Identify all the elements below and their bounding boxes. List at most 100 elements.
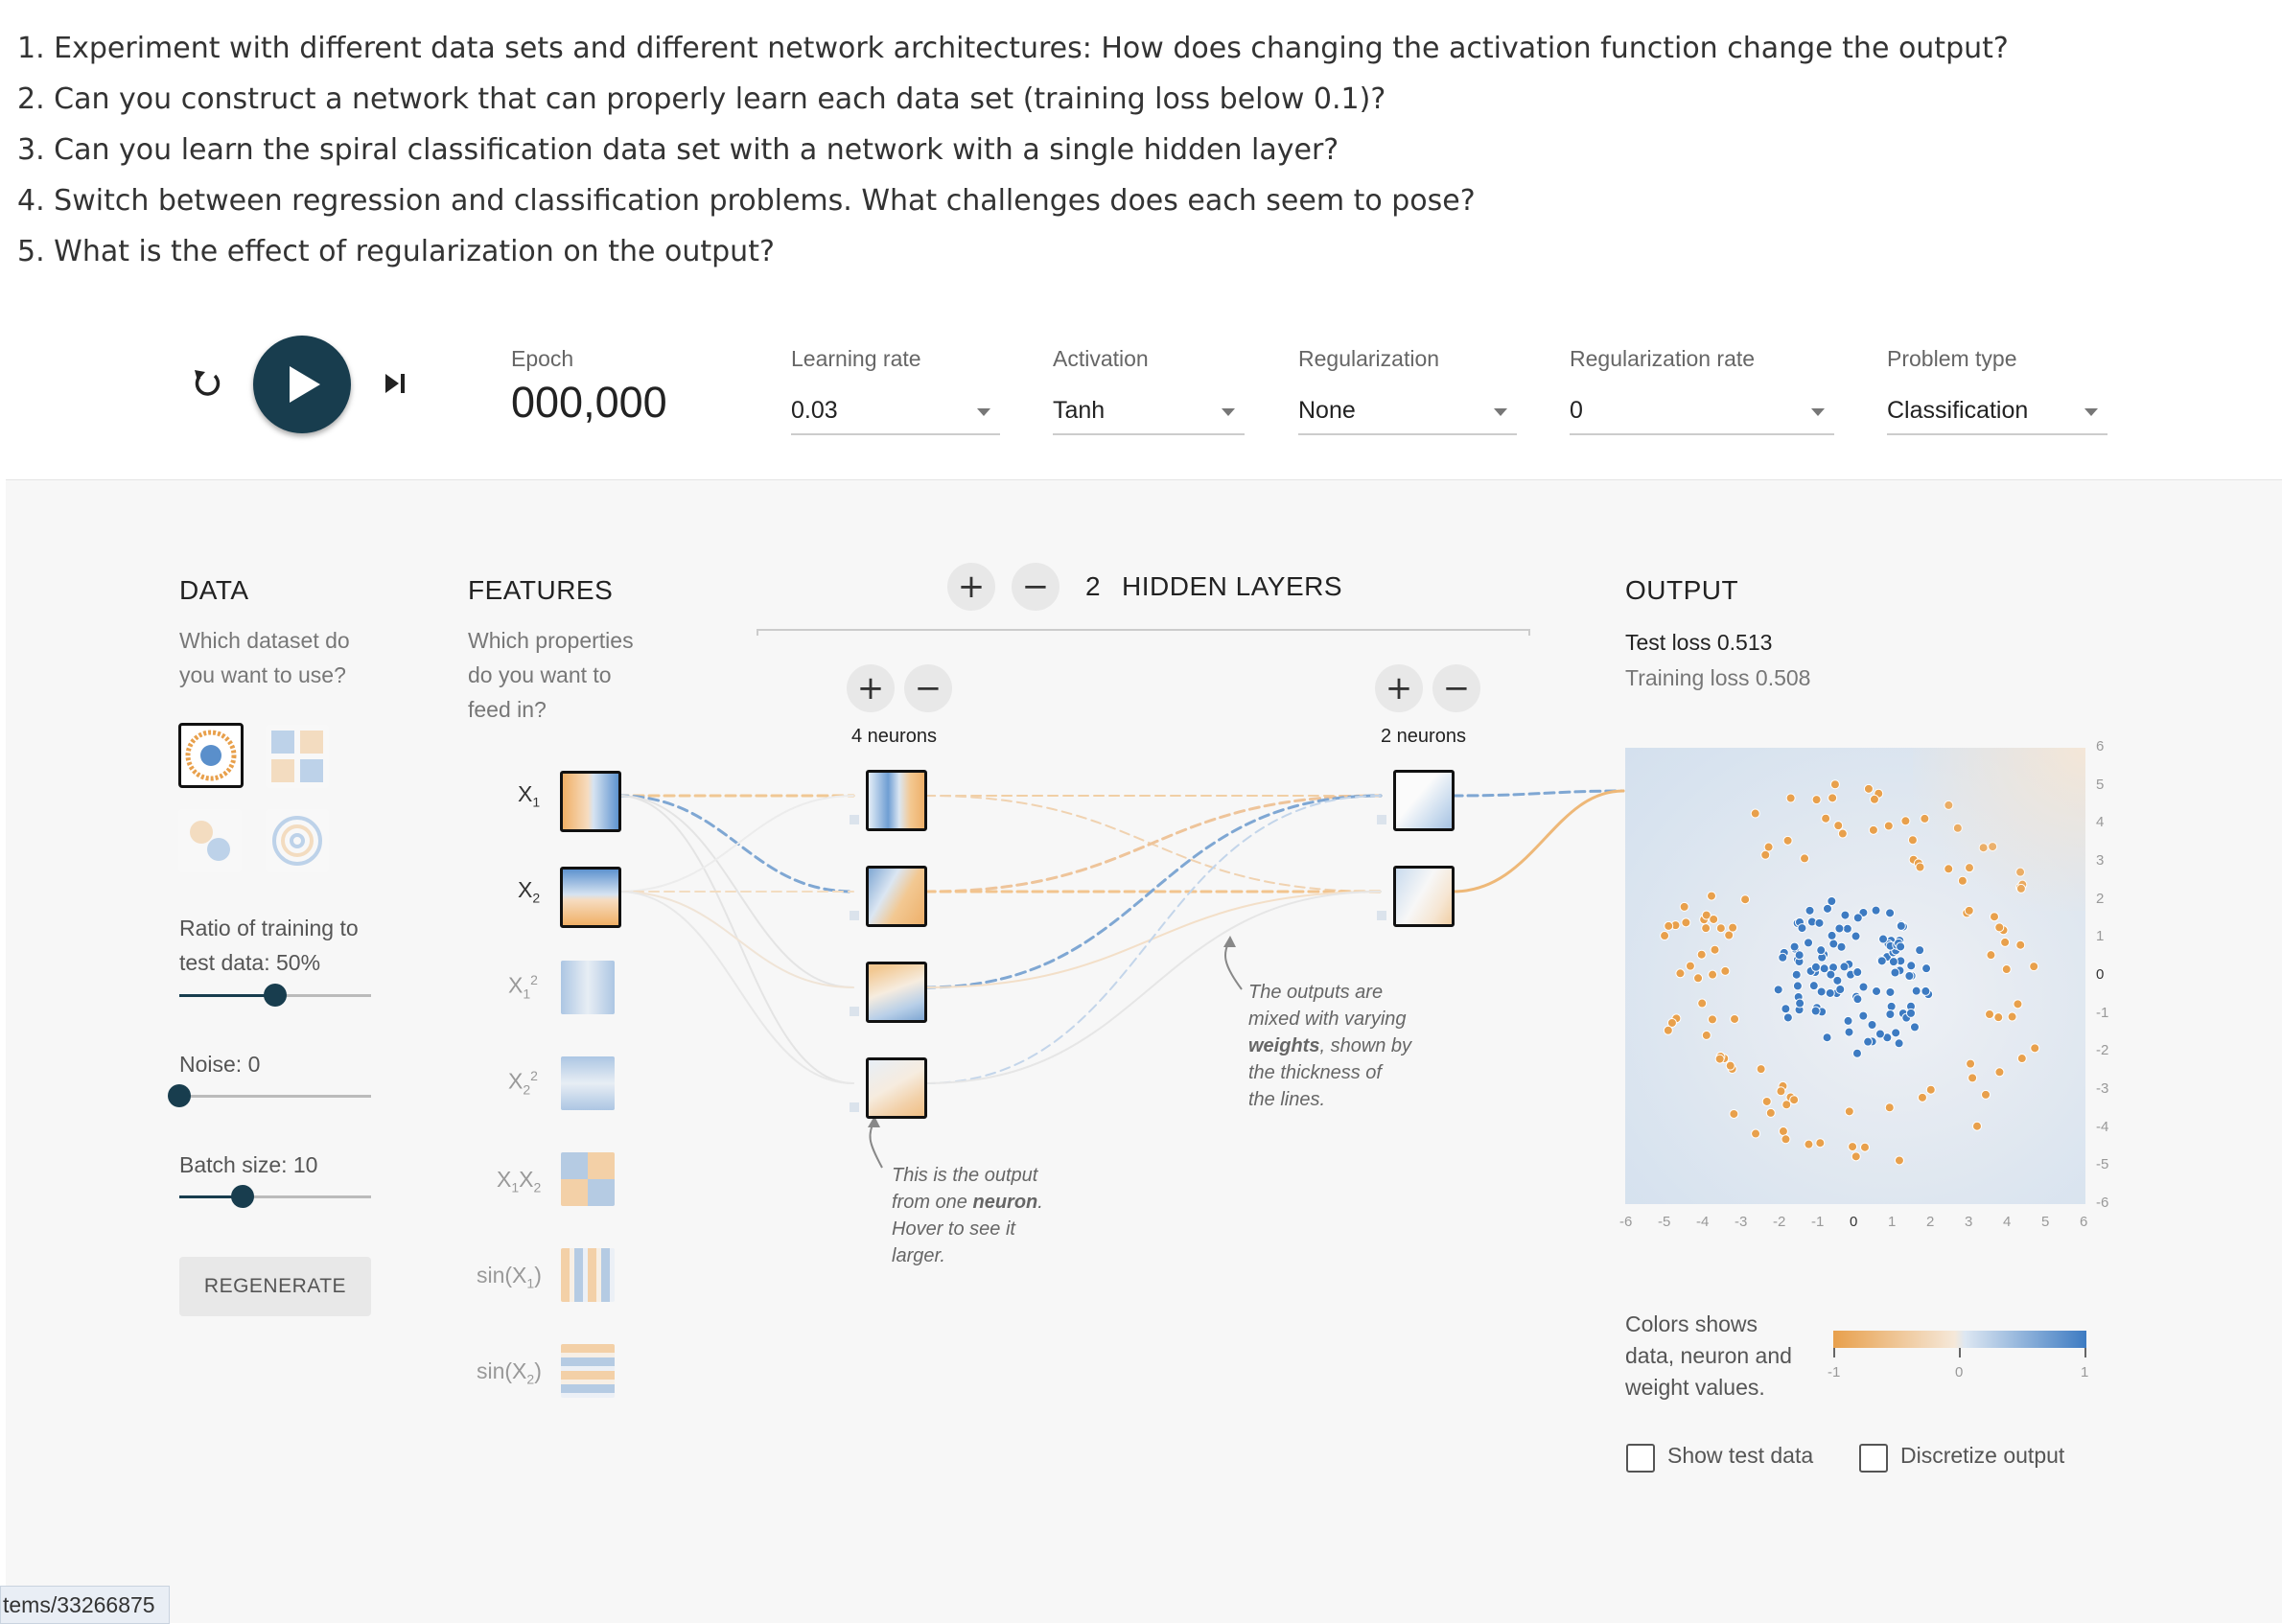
data-point xyxy=(1701,923,1712,934)
y-axis-tick: -2 xyxy=(2096,1042,2109,1059)
data-point xyxy=(1851,1048,1862,1058)
input-node-x1x2[interactable] xyxy=(561,1152,615,1206)
y-axis-tick: -1 xyxy=(2096,1004,2109,1021)
discretize-output-label: Discretize output xyxy=(1900,1443,2065,1468)
show-test-data-checkbox[interactable] xyxy=(1626,1444,1655,1473)
data-point xyxy=(1834,923,1845,934)
data-point xyxy=(1708,969,1718,980)
data-point xyxy=(1728,922,1738,933)
data-point xyxy=(1751,1128,1761,1139)
feature-label-sin-x1: sin(X1) xyxy=(477,1263,542,1291)
data-point xyxy=(1894,1155,1904,1166)
data-point xyxy=(1720,965,1731,976)
remove-neuron-layer1-button[interactable]: − xyxy=(904,664,952,712)
y-axis-tick: -5 xyxy=(2096,1156,2109,1173)
data-point xyxy=(1811,795,1822,805)
data-point xyxy=(1971,1121,1982,1131)
data-point xyxy=(1707,891,1717,901)
ratio-slider[interactable] xyxy=(179,982,371,1010)
noise-slider[interactable] xyxy=(168,1082,371,1111)
data-point xyxy=(1797,923,1807,934)
ratio-label-2: test data: 50% xyxy=(179,950,321,975)
data-point xyxy=(1852,913,1863,923)
batch-size-label: Batch size: 10 xyxy=(179,1152,318,1177)
dataset-spiral[interactable] xyxy=(266,809,329,872)
data-point xyxy=(1663,1025,1673,1035)
show-test-data-label: Show test data xyxy=(1667,1443,1814,1468)
neuron-l2-2[interactable] xyxy=(1393,866,1455,927)
neuron-l1-1[interactable] xyxy=(866,770,927,831)
data-point xyxy=(1868,824,1878,835)
data-point xyxy=(1791,969,1802,980)
remove-layer-button[interactable]: − xyxy=(1012,563,1060,611)
input-node-sin-x1[interactable] xyxy=(561,1248,615,1302)
data-point xyxy=(1785,793,1796,803)
neuron-l1-3[interactable] xyxy=(866,962,927,1023)
remove-neuron-layer2-button[interactable]: − xyxy=(1432,664,1480,712)
data-point xyxy=(1763,842,1774,852)
add-neuron-layer1-button[interactable]: + xyxy=(847,664,895,712)
data-point xyxy=(1710,944,1720,955)
neuron-l2-1[interactable] xyxy=(1393,770,1455,831)
discretize-output-checkbox[interactable] xyxy=(1859,1444,1888,1473)
input-node-x1-squared[interactable] xyxy=(561,961,615,1014)
regenerate-button[interactable]: REGENERATE xyxy=(179,1257,371,1316)
y-axis-tick: 2 xyxy=(2096,890,2105,907)
scale-mid-label: 0 xyxy=(1955,1364,1964,1380)
data-point xyxy=(1821,813,1831,824)
data-point xyxy=(1890,967,1900,978)
dataset-xor[interactable] xyxy=(266,725,329,788)
neuron-l1-4[interactable] xyxy=(866,1057,927,1119)
add-layer-button[interactable]: + xyxy=(947,563,995,611)
y-axis-tick: -3 xyxy=(2096,1080,2109,1097)
x-axis-tick: -1 xyxy=(1811,1214,1825,1230)
data-point xyxy=(1781,1134,1791,1145)
data-point xyxy=(1782,835,1793,846)
data-point xyxy=(1778,1126,1788,1137)
data-point xyxy=(2000,937,2011,947)
neuron-l1-2[interactable] xyxy=(866,866,927,927)
data-point xyxy=(1836,941,1847,952)
data-point xyxy=(1896,941,1906,952)
xor-dataset-icon xyxy=(271,731,323,782)
y-axis-tick: -6 xyxy=(2096,1195,2109,1211)
input-node-x1[interactable] xyxy=(560,771,621,832)
test-loss: Test loss 0.513 xyxy=(1625,630,1773,655)
data-point xyxy=(1986,950,1996,961)
data-point xyxy=(1685,961,1695,971)
dataset-circle[interactable] xyxy=(178,723,244,788)
data-point xyxy=(1909,1022,1920,1032)
scale-tick xyxy=(2084,1348,2086,1357)
noise-slider-handle[interactable] xyxy=(168,1084,191,1107)
data-point xyxy=(1885,986,1896,997)
data-point xyxy=(1725,1060,1735,1071)
output-title: OUTPUT xyxy=(1625,575,1739,605)
batch-size-slider-handle[interactable] xyxy=(231,1185,254,1208)
data-point xyxy=(1805,905,1815,916)
data-point xyxy=(1664,920,1674,931)
data-point xyxy=(1885,1009,1896,1019)
ratio-slider-handle[interactable] xyxy=(264,984,287,1007)
data-point xyxy=(1709,914,1719,924)
add-neuron-layer2-button[interactable]: + xyxy=(1375,664,1423,712)
data-point xyxy=(1804,1139,1814,1149)
data-point xyxy=(1816,986,1827,997)
scale-max-label: 1 xyxy=(2081,1364,2089,1380)
data-point xyxy=(1794,950,1805,961)
data-point xyxy=(1730,1013,1740,1024)
batch-size-slider[interactable] xyxy=(179,1183,371,1212)
data-point xyxy=(1863,783,1874,794)
data-point xyxy=(1859,1142,1870,1152)
data-point xyxy=(1675,968,1686,979)
data-point xyxy=(1869,794,1879,804)
data-point xyxy=(1904,970,1915,981)
data-point xyxy=(1828,939,1839,949)
input-node-x2-squared[interactable] xyxy=(561,1056,615,1110)
input-node-x2[interactable] xyxy=(560,867,621,928)
data-point xyxy=(1852,994,1863,1005)
input-node-sin-x2[interactable] xyxy=(561,1344,615,1398)
output-heatmap[interactable] xyxy=(1625,748,2085,1204)
dataset-gaussian[interactable] xyxy=(178,809,242,872)
data-point xyxy=(1781,1004,1791,1014)
data-point xyxy=(1814,917,1825,928)
